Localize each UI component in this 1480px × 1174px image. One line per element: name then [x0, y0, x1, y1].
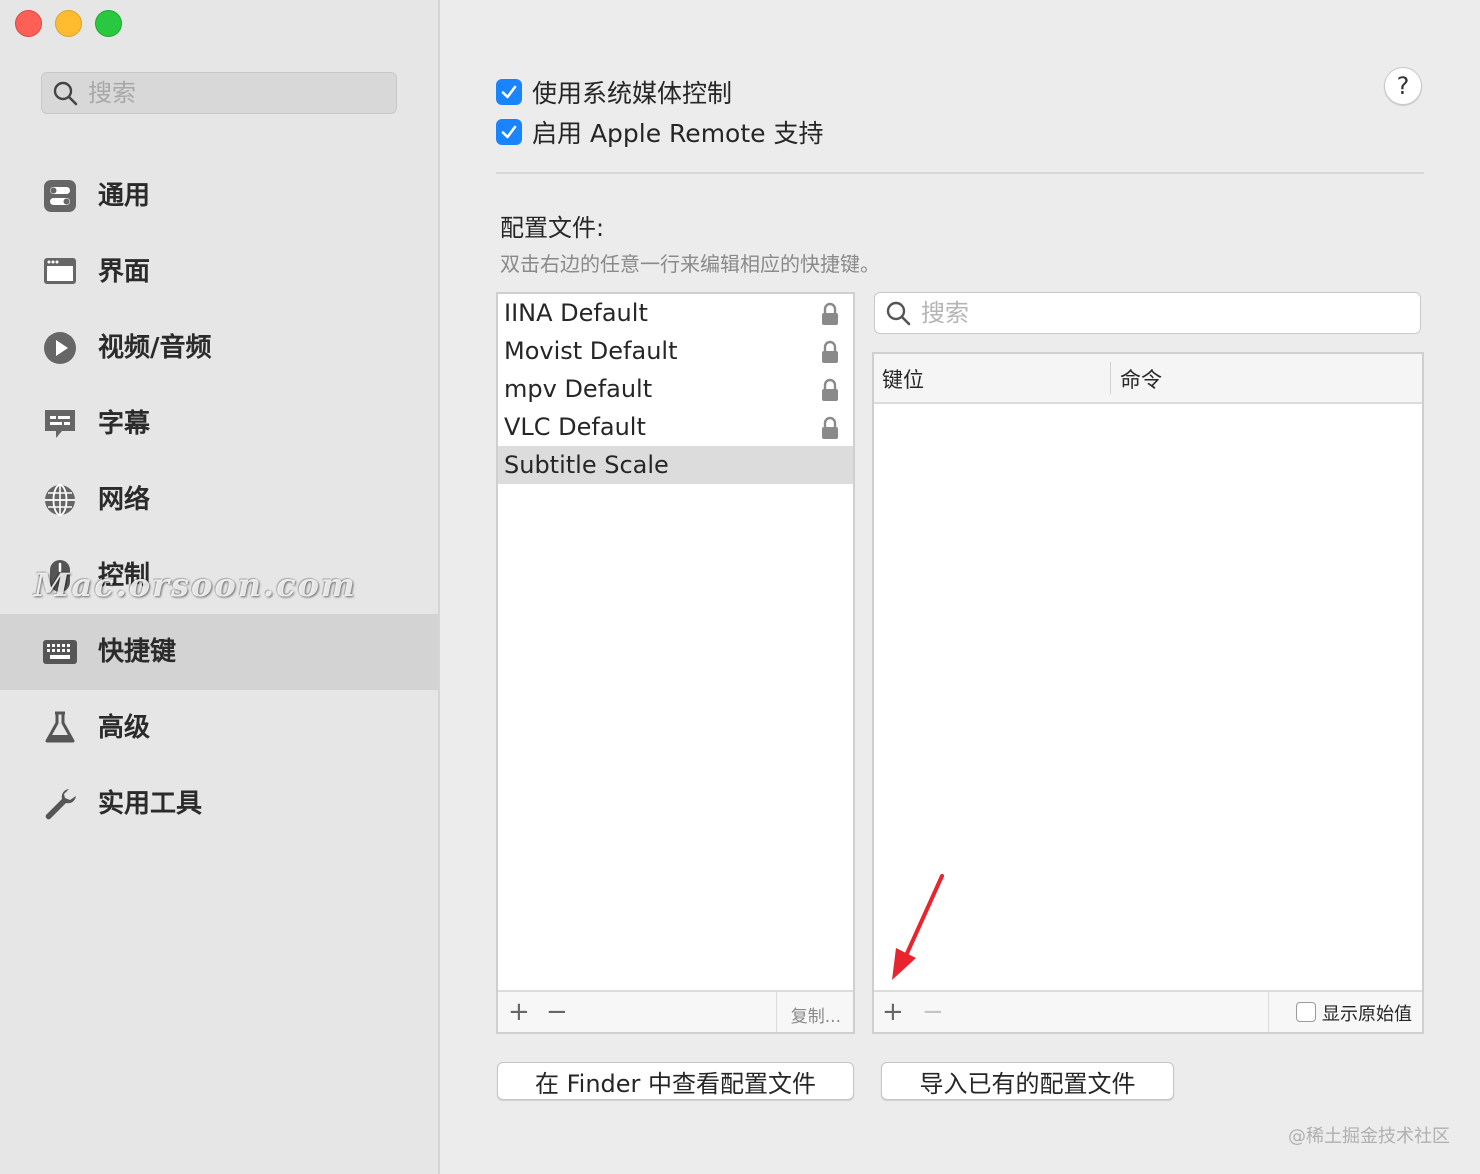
divider [496, 172, 1424, 174]
keybinding-search-field[interactable] [874, 292, 1421, 334]
sidebar-item-label: 实用工具 [98, 789, 203, 819]
show-raw-values-checkbox[interactable] [1296, 1002, 1316, 1022]
profile-name: mpv Default [504, 375, 653, 403]
profile-name: VLC Default [504, 413, 646, 441]
lock-icon [822, 416, 838, 439]
keybinding-table-footer: + − 显示原始值 [874, 990, 1422, 1032]
profile-row-mpv-default[interactable]: mpv Default [498, 370, 853, 408]
sidebar-search-input[interactable] [86, 78, 370, 108]
add-keybinding-button[interactable]: + [882, 996, 904, 1028]
sidebar-item-subtitles[interactable]: 字幕 [0, 386, 438, 462]
sidebar-nav: 通用 界面 视频/音频 字幕 网络 控制 快捷键 高级 实用工具 [0, 158, 438, 842]
table-header: 键位 命令 [874, 354, 1422, 404]
watermark: Mac.orsoon.com [34, 566, 357, 604]
search-icon [886, 301, 911, 326]
close-window-button[interactable] [15, 10, 42, 37]
sidebar-item-label: 通用 [98, 181, 151, 211]
column-divider[interactable] [1110, 362, 1111, 394]
profiles-title: 配置文件: [500, 214, 605, 242]
toggle-switches-icon [44, 180, 76, 212]
profiles-hint: 双击右边的任意一行来编辑相应的快捷键。 [500, 252, 880, 276]
profile-row-iina-default[interactable]: IINA Default [498, 294, 853, 332]
lock-icon [822, 340, 838, 363]
checkmark-icon [501, 125, 517, 139]
sidebar-item-label: 字幕 [98, 409, 151, 439]
table-body[interactable] [874, 404, 1422, 992]
sidebar-item-label: 视频/音频 [98, 333, 212, 363]
search-icon [53, 81, 78, 106]
sidebar-item-label: 网络 [98, 485, 151, 515]
sidebar-item-video-audio[interactable]: 视频/音频 [0, 310, 438, 386]
flask-icon [45, 711, 75, 743]
show-raw-values-label: 显示原始值 [1322, 1004, 1412, 1025]
globe-icon [45, 484, 75, 516]
keybinding-table: 键位 命令 + − 显示原始值 [872, 352, 1424, 1034]
shortcuts-pane: 使用系统媒体控制 启用 Apple Remote 支持 ? 配置文件: 双击右边… [440, 0, 1480, 1174]
duplicate-profile-button[interactable]: 复制... [791, 1002, 841, 1027]
lock-icon [822, 378, 838, 401]
sidebar-item-label: 高级 [98, 713, 151, 743]
profile-name: Subtitle Scale [504, 451, 669, 479]
apple-remote-label: 启用 Apple Remote 支持 [532, 119, 824, 148]
keybinding-search-input[interactable] [919, 298, 1403, 328]
sidebar-item-label: 界面 [98, 257, 151, 287]
import-profile-button[interactable]: 导入已有的配置文件 [881, 1062, 1174, 1100]
sidebar-item-advanced[interactable]: 高级 [0, 690, 438, 766]
profile-row-vlc-default[interactable]: VLC Default [498, 408, 853, 446]
sidebar: 通用 界面 视频/音频 字幕 [0, 0, 440, 1174]
credit-text: @稀土掘金技术社区 [1288, 1126, 1450, 1147]
zoom-window-button[interactable] [95, 10, 122, 37]
profile-list-footer: + − 复制... [498, 990, 853, 1032]
column-header-key[interactable]: 键位 [882, 364, 924, 394]
profile-list: IINA Default Movist Default mpv Default … [496, 292, 855, 1034]
keyboard-icon [43, 640, 77, 664]
wrench-icon [45, 789, 76, 820]
sidebar-item-interface[interactable]: 界面 [0, 234, 438, 310]
profile-row-movist-default[interactable]: Movist Default [498, 332, 853, 370]
sidebar-item-label: 快捷键 [98, 637, 177, 667]
apple-remote-option[interactable]: 启用 Apple Remote 支持 [496, 114, 823, 150]
divider [1268, 992, 1269, 1032]
sidebar-item-general[interactable]: 通用 [0, 158, 438, 234]
profile-name: IINA Default [504, 299, 648, 327]
profile-name: Movist Default [504, 337, 678, 365]
play-icon [44, 332, 76, 364]
minimize-window-button[interactable] [55, 10, 82, 37]
sidebar-search-field[interactable] [41, 72, 397, 114]
system-media-control-checkbox[interactable] [496, 79, 522, 105]
sidebar-item-shortcuts[interactable]: 快捷键 [0, 614, 438, 690]
system-media-control-label: 使用系统媒体控制 [532, 79, 733, 108]
help-button[interactable]: ? [1384, 67, 1422, 105]
annotation-arrow-icon [892, 874, 944, 980]
sidebar-item-utilities[interactable]: 实用工具 [0, 766, 438, 842]
remove-profile-button[interactable]: − [546, 996, 568, 1028]
checkmark-icon [501, 85, 517, 99]
sidebar-item-network[interactable]: 网络 [0, 462, 438, 538]
profile-row-subtitle-scale[interactable]: Subtitle Scale [498, 446, 853, 484]
apple-remote-checkbox[interactable] [496, 119, 522, 145]
system-media-control-option[interactable]: 使用系统媒体控制 [496, 74, 732, 110]
add-profile-button[interactable]: + [508, 996, 530, 1028]
window-icon [44, 258, 76, 284]
divider [776, 992, 777, 1032]
column-header-command[interactable]: 命令 [1120, 364, 1162, 394]
remove-keybinding-button[interactable]: − [922, 996, 944, 1028]
show-in-finder-button[interactable]: 在 Finder 中查看配置文件 [497, 1062, 854, 1100]
lock-icon [822, 302, 838, 325]
subtitle-bubble-icon [45, 410, 75, 438]
